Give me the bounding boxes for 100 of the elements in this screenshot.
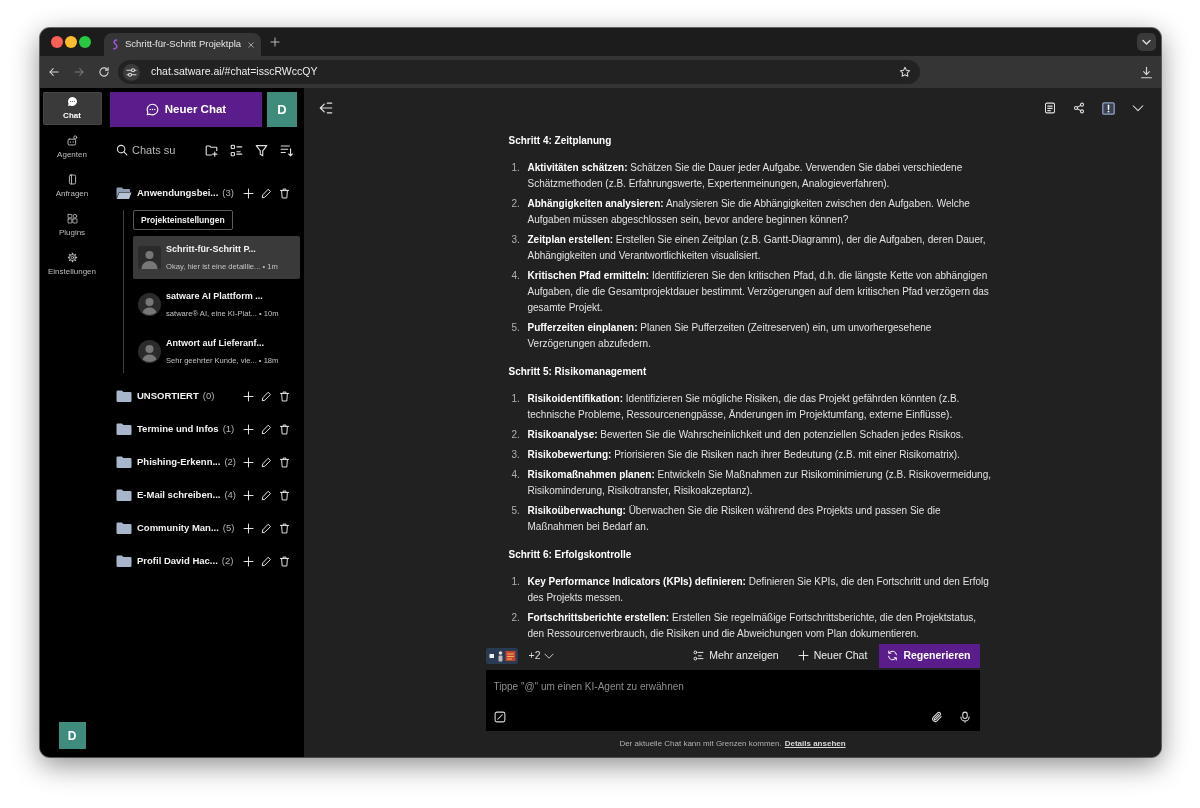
folder-name[interactable]: Profil David Hac... xyxy=(137,553,218,569)
zoom-window-icon[interactable] xyxy=(79,36,91,48)
sidebar-tab[interactable]: Agenten xyxy=(42,131,102,164)
sort-icon[interactable] xyxy=(280,143,293,157)
message-input[interactable]: Tippe "@" um einen KI-Agent zu erwähnen xyxy=(493,679,971,711)
search-field[interactable]: Chats su xyxy=(132,141,194,159)
settings-icon xyxy=(66,251,78,263)
star-icon[interactable] xyxy=(899,66,911,78)
folder-plus-icon[interactable] xyxy=(205,143,218,157)
folder-name[interactable]: UNSORTIERT xyxy=(137,388,199,404)
trash-icon[interactable] xyxy=(279,390,290,402)
list-item-text: Risikoanalyse: Bewerten Sie die Wahrscheinlichkeit und den potenziellen Schaden jedes Risikos. xyxy=(527,428,964,442)
regenerate-button[interactable]: Regenerieren xyxy=(879,643,980,668)
forward-arrow-icon[interactable] xyxy=(73,66,85,78)
new-chat-button[interactable]: Neuer Chat xyxy=(797,643,868,668)
address-bar[interactable]: chat.satware.ai/#chat=isscRWccQY xyxy=(118,60,920,84)
pencil-icon[interactable] xyxy=(261,456,272,468)
pencil-icon[interactable] xyxy=(261,555,272,567)
folder-name[interactable]: Phishing-Erkenn... xyxy=(137,454,221,470)
pencil-icon[interactable] xyxy=(261,489,272,501)
avatar-icon xyxy=(138,293,161,316)
folder-name[interactable]: Community Man... xyxy=(137,520,219,536)
pencil-icon[interactable] xyxy=(261,390,272,402)
browser-tab[interactable]: Schritt-für-Schritt Projektpla xyxy=(104,33,261,56)
composer-panel[interactable]: Tippe "@" um einen KI-Agent zu erwähnen xyxy=(485,670,980,731)
minimize-window-icon[interactable] xyxy=(65,36,77,48)
item-number: 5. xyxy=(510,321,521,335)
back-arrow-icon[interactable] xyxy=(48,66,60,78)
download-icon[interactable] xyxy=(1140,65,1153,79)
sidebar-collapse-icon[interactable] xyxy=(319,101,333,115)
add-icon[interactable] xyxy=(243,187,254,199)
chevron-down-icon[interactable] xyxy=(1137,33,1156,51)
item-number: 1. xyxy=(510,161,521,175)
item-number: 4. xyxy=(510,269,521,283)
list-item-text: Risikoidentifikation: Identifizieren Sie mögliche Risiken, die das Projekt gefährden könnten (z.B. technische Probleme, Ressourcenengpässe, Änderungen im Projektumfang, externe Einflüsse). xyxy=(527,392,961,422)
trash-icon[interactable] xyxy=(279,489,290,501)
avatar-icon xyxy=(138,340,161,363)
folder-count: (3) xyxy=(222,185,234,200)
section-heading: Schritt 6: Erfolgskontrolle xyxy=(508,548,633,562)
folder-count: (2) xyxy=(221,553,234,568)
checklist-icon[interactable] xyxy=(230,143,243,157)
show-more-button[interactable]: Mehr anzeigen xyxy=(693,643,779,668)
paperclip-icon[interactable] xyxy=(930,711,943,723)
edit-icon[interactable] xyxy=(493,711,506,723)
plus-icon xyxy=(797,650,809,661)
list-item-text: Kritischen Pfad ermitteln: Identifizieren Sie den kritischen Pfad, d.h. die längste Kette von abhängigen Aufgaben, die die Gesamtprojektdauer bestimmt. Verzögerungen auf dem kritischen Pfad verzögern das gesamte Projekt. xyxy=(527,269,990,315)
filter-icon[interactable] xyxy=(255,143,268,157)
folder-count: (5) xyxy=(222,520,235,535)
chat-title: Schritt-für-Schritt P... xyxy=(166,242,257,256)
add-icon[interactable] xyxy=(243,423,254,435)
new-tab-icon[interactable] xyxy=(270,37,280,47)
chevron-down-icon[interactable] xyxy=(1132,102,1144,114)
add-icon[interactable] xyxy=(243,489,254,501)
trash-icon[interactable] xyxy=(279,423,290,435)
more-models-button[interactable]: +2 xyxy=(528,647,555,664)
alert-icon[interactable] xyxy=(1102,101,1115,115)
sidebar-tab[interactable]: Plugins xyxy=(42,209,102,242)
sidebar-tab[interactable]: Anfragen xyxy=(42,170,102,203)
user-avatar[interactable]: D xyxy=(58,722,86,749)
list-item-text: Risikoüberwachung: Überwachen Sie die Risiken während des Projekts und passen Sie die Maßnahmen bei Bedarf an. xyxy=(527,504,942,534)
add-icon[interactable] xyxy=(243,456,254,468)
document-icon[interactable] xyxy=(1044,102,1056,114)
item-number: 2. xyxy=(510,428,521,442)
share-icon[interactable] xyxy=(1073,102,1085,114)
trash-icon[interactable] xyxy=(279,555,290,567)
item-number: 1. xyxy=(510,392,521,406)
trash-icon[interactable] xyxy=(279,187,290,199)
add-icon[interactable] xyxy=(243,522,254,534)
pencil-icon[interactable] xyxy=(261,522,272,534)
item-number: 5. xyxy=(510,504,521,518)
sidebar-tab[interactable]: Chat xyxy=(42,92,102,125)
item-number: 2. xyxy=(510,611,521,625)
microphone-icon[interactable] xyxy=(958,711,971,723)
item-number: 3. xyxy=(510,448,521,462)
close-window-icon[interactable] xyxy=(51,36,63,48)
list-item-text: Aktivitäten schätzen: Schätzen Sie die Dauer jeder Aufgabe. Verwenden Sie dabei verschiedene Schätzmethoden (z.B. Erfahrungswerte, Expertenmeinungen, Analogieverfahren). xyxy=(527,161,964,191)
user-avatar[interactable]: D xyxy=(267,92,297,127)
section-heading: Schritt 5: Risikomanagement xyxy=(508,365,648,379)
search-icon xyxy=(116,144,128,156)
robot-icon xyxy=(66,134,78,146)
project-settings-button[interactable]: Projekteinstellungen xyxy=(133,210,233,230)
add-icon[interactable] xyxy=(243,555,254,567)
reload-icon[interactable] xyxy=(98,66,110,78)
sidebar-tab[interactable]: Einstellungen xyxy=(42,248,102,281)
close-icon[interactable] xyxy=(247,40,255,49)
details-link[interactable]: Details ansehen xyxy=(784,739,846,748)
pencil-icon[interactable] xyxy=(261,423,272,435)
item-number: 2. xyxy=(510,197,521,211)
site-settings-icon[interactable] xyxy=(123,63,140,81)
new-chat-button[interactable]: Neuer Chat xyxy=(110,92,262,127)
pencil-icon[interactable] xyxy=(261,187,272,199)
tablet-icon xyxy=(66,173,78,185)
model-stack-icon[interactable] xyxy=(485,647,518,664)
list-item-text: Risikomaßnahmen planen: Entwickeln Sie Maßnahmen zur Risikominimierung (z.B. Risikovermeidung, Risikominderung, Risikotransfer, Risikoakzeptanz). xyxy=(527,468,992,498)
folder-name[interactable]: E-Mail schreiben... xyxy=(137,487,221,503)
folder-name[interactable]: Termine und Infos xyxy=(137,421,219,437)
add-icon[interactable] xyxy=(243,390,254,402)
trash-icon[interactable] xyxy=(279,522,290,534)
folder-name[interactable]: Anwendungsbei... xyxy=(137,185,219,201)
trash-icon[interactable] xyxy=(279,456,290,468)
